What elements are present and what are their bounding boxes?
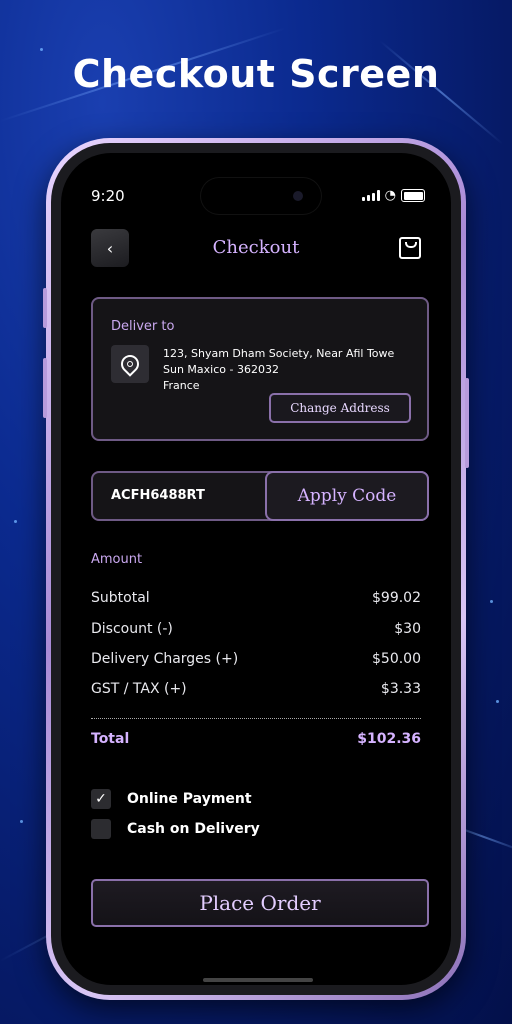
camera-icon [293, 191, 303, 201]
amount-row-value: $30 [394, 621, 421, 637]
amount-row: Delivery Charges (+) $50.00 [91, 651, 421, 667]
dynamic-island [201, 178, 321, 214]
status-icons: ◔ [361, 188, 425, 203]
background-dot [496, 700, 499, 703]
phone-bezel: 9:20 ◔ ‹ Checkout Deliver to 123, Shyam … [51, 143, 461, 995]
amount-row-label: Discount (-) [91, 621, 173, 637]
payment-option-cod[interactable]: Cash on Delivery [91, 819, 260, 839]
amount-row: Discount (-) $30 [91, 621, 421, 637]
place-order-button[interactable]: Place Order [91, 879, 429, 927]
amount-row-value: $50.00 [372, 651, 421, 667]
wifi-icon: ◔ [384, 188, 396, 203]
amount-row-value: $3.33 [380, 681, 421, 697]
delivery-card: Deliver to 123, Shyam Dham Society, Near… [91, 297, 429, 441]
coupon-code[interactable]: ACFH6488RT [111, 488, 205, 503]
phone-side-button [43, 288, 47, 328]
payment-option-online[interactable]: ✓ Online Payment [91, 789, 252, 809]
phone-side-button [43, 358, 47, 418]
amount-row-label: GST / TAX (+) [91, 681, 187, 697]
battery-icon [401, 189, 425, 202]
address-line: Sun Maxico - 362032 [163, 363, 279, 376]
checkbox-unchecked[interactable] [91, 819, 111, 839]
dotted-divider [91, 718, 421, 719]
payment-option-label: Online Payment [127, 791, 252, 807]
payment-option-label: Cash on Delivery [127, 821, 260, 837]
shopping-bag-icon[interactable] [399, 237, 421, 259]
total-label: Total [91, 731, 130, 747]
location-pin-box [111, 345, 149, 383]
coupon-field[interactable]: ACFH6488RT Apply Code [91, 471, 429, 521]
phone-side-button [465, 378, 469, 468]
app-screen: 9:20 ◔ ‹ Checkout Deliver to 123, Shyam … [61, 153, 451, 985]
background-dot [490, 600, 493, 603]
page-title: Checkout [212, 237, 300, 258]
background-dot [14, 520, 17, 523]
amount-row-label: Subtotal [91, 590, 150, 606]
status-time: 9:20 [91, 187, 125, 205]
total-row: Total $102.36 [91, 731, 421, 747]
location-pin-icon [117, 351, 143, 377]
checkbox-checked[interactable]: ✓ [91, 789, 111, 809]
apply-code-button[interactable]: Apply Code [265, 471, 429, 521]
background-dot [40, 48, 43, 51]
total-value: $102.36 [357, 731, 421, 747]
checkmark-icon: ✓ [95, 791, 107, 807]
headline: Checkout Screen [72, 52, 440, 96]
signal-icon [361, 190, 380, 201]
address-line: France [163, 379, 200, 392]
address-line: 123, Shyam Dham Society, Near Afil Towe [163, 347, 395, 360]
background-dot [20, 820, 23, 823]
phone-frame: 9:20 ◔ ‹ Checkout Deliver to 123, Shyam … [43, 138, 469, 1000]
amount-row-label: Delivery Charges (+) [91, 651, 239, 667]
amount-row-value: $99.02 [372, 590, 421, 606]
deliver-label: Deliver to [111, 319, 175, 334]
amount-row: Subtotal $99.02 [91, 590, 421, 606]
change-address-button[interactable]: Change Address [269, 393, 411, 423]
amount-label: Amount [91, 552, 143, 567]
home-indicator[interactable] [203, 978, 313, 982]
amount-row: GST / TAX (+) $3.33 [91, 681, 421, 697]
